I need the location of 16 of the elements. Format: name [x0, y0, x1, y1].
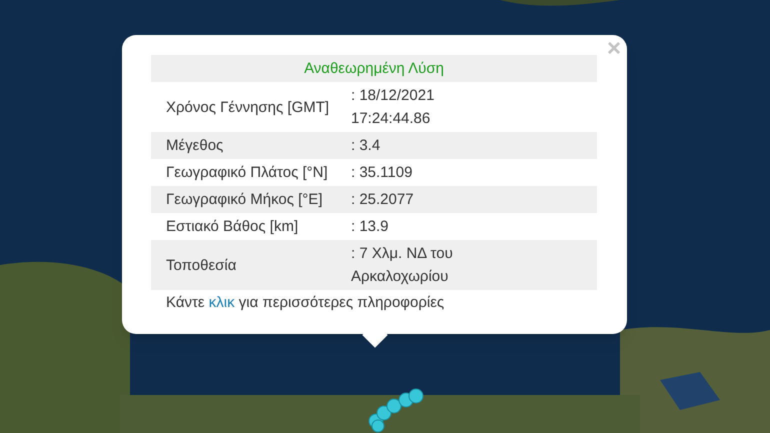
earthquake-markers-drawing — [366, 388, 426, 433]
field-value: : 25.2077 — [351, 190, 415, 210]
popup-title: Αναθεωρημένη Λύση — [151, 55, 597, 82]
field-label: Χρόνος Γέννησης [GMT] — [165, 98, 330, 118]
field-label: Γεωγραφικό Μήκος [°E] — [165, 190, 324, 210]
field-label: Εστιακό Βάθος [km] — [165, 217, 300, 237]
field-value: : 3.4 — [351, 136, 382, 156]
field-label: Γεωγραφικό Πλάτος [°N] — [165, 163, 329, 183]
field-value: : 35.1109 — [351, 163, 414, 183]
field-value: : 18/12/2021 17:24:44.86 — [351, 86, 436, 129]
field-value: : 13.9 — [351, 217, 390, 237]
click-link[interactable]: κλικ — [208, 294, 235, 311]
field-label: Τοποθεσία — [165, 256, 238, 276]
field-label: Μέγεθος — [165, 136, 224, 156]
more-info-text: Κάντε κλικ για περισσότερες πληροφορίες — [165, 293, 446, 313]
field-value: : 7 Χλμ. ΝΔ του Αρκαλοχωρίου — [351, 244, 454, 287]
